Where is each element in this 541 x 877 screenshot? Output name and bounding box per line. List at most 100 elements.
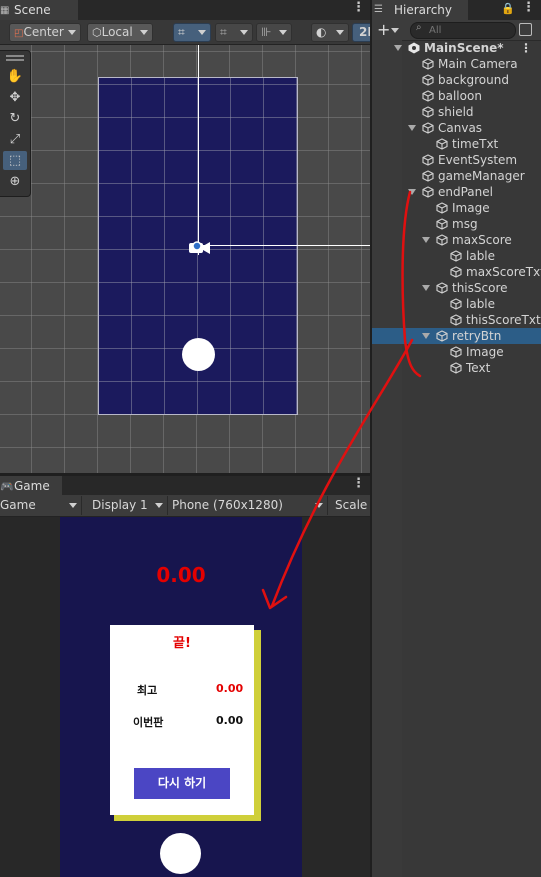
game-balloon [160,833,201,874]
fold-arrow-icon[interactable] [394,45,402,51]
scene-balloon-sprite[interactable] [182,338,215,371]
draw-mode-toggle[interactable]: ◐ [311,23,349,42]
hierarchy-item[interactable]: Text [372,360,541,376]
game-menu-icon[interactable]: ⋮ [352,477,365,491]
hierarchy-item-label: Canvas [438,121,483,135]
palette-grip-icon[interactable] [6,55,24,57]
grid-snap-icon: ⌗ [178,25,185,39]
hierarchy-tabbar: ☰ Hierarchy 🔒 ⋮ [372,0,541,20]
hierarchy-scene-root[interactable]: MainScene* ⋮ [372,40,541,56]
hierarchy-menu-icon[interactable]: ⋮ [522,1,535,15]
hierarchy-item-label: thisScoreTxt [466,313,541,327]
gameobject-cube-icon [422,74,434,86]
scene-root-menu-icon[interactable]: ⋮ [520,40,532,56]
hierarchy-item-label: Main Camera [438,57,518,71]
hierarchy-item-label: lable [466,297,496,311]
gameobject-cube-icon [450,298,462,310]
hierarchy-item[interactable]: balloon [372,88,541,104]
camera-gizmo-icon[interactable] [186,238,212,256]
retry-button[interactable]: 다시 하기 [134,768,230,799]
display-dropdown[interactable]: Display 1 [88,496,168,515]
game-view-dropdown[interactable]: Game [0,496,82,515]
tool-palette: ✋ ✥ ↻ ⤢ ⬚ ⊕ [0,50,31,197]
create-chevron-down-icon[interactable] [391,28,399,33]
tab-game-label: Game [14,479,50,493]
scene-visibility-icon[interactable] [519,23,532,36]
resolution-label: Phone (760x1280) [172,498,283,512]
gameobject-cube-icon [436,234,448,246]
gameobject-cube-icon [422,186,434,198]
unity-scene-icon [408,42,420,54]
gameobject-cube-icon [450,266,462,278]
fold-arrow-icon[interactable] [422,237,430,243]
gameobject-cube-icon [450,362,462,374]
create-plus-icon[interactable]: + [377,20,390,39]
hierarchy-item-label: timeTxt [452,137,499,151]
hierarchy-item[interactable]: shield [372,104,541,120]
transform-tool-icon[interactable]: ⊕ [3,172,27,191]
hierarchy-item[interactable]: background [372,72,541,88]
hierarchy-item[interactable]: maxScore [372,232,541,248]
hand-tool-icon[interactable]: ✋ [3,67,27,86]
hierarchy-item[interactable]: retryBtn [372,328,541,344]
hierarchy-item[interactable]: endPanel [372,184,541,200]
gameobject-cube-icon [436,330,448,342]
hierarchy-item[interactable]: msg [372,216,541,232]
hierarchy-item[interactable]: EventSystem [372,152,541,168]
game-view-label: Game [0,498,36,512]
tab-game[interactable]: 🎮 Game [0,476,62,495]
hierarchy-item[interactable]: Main Camera [372,56,541,72]
align-icon: ⊪ [261,25,272,39]
best-score-value: 0.00 [216,682,244,695]
hierarchy-item[interactable]: Image [372,344,541,360]
scene-grid-icon: ▦ [0,5,10,16]
rect-tool-icon[interactable]: ⬚ [3,151,27,170]
hierarchy-item[interactable]: timeTxt [372,136,541,152]
move-tool-icon[interactable]: ✥ [3,88,27,107]
hierarchy-item[interactable]: thisScoreTxt [372,312,541,328]
fold-arrow-icon[interactable] [422,285,430,291]
hierarchy-item-label: maxScoreTxt [466,265,541,279]
retry-button-label: 다시 하기 [157,776,207,790]
tab-scene[interactable]: ▦ Scene [0,0,78,20]
scale-slider[interactable]: Scale [331,496,370,515]
hierarchy-item[interactable]: Image [372,200,541,216]
increment-snap-toggle[interactable]: ⌗ [215,23,253,42]
hierarchy-item[interactable]: lable [372,296,541,312]
increment-snap-icon: ⌗ [220,25,227,39]
gameobject-cube-icon [450,250,462,262]
scene-menu-icon[interactable]: ⋮ [352,1,365,15]
align-toggle[interactable]: ⊪ [256,23,292,42]
fold-arrow-icon[interactable] [408,189,416,195]
hierarchy-item[interactable]: maxScoreTxt [372,264,541,280]
rotate-tool-icon[interactable]: ↻ [3,109,27,128]
grid-snap-toggle[interactable]: ⌗ [173,23,211,42]
gameobject-cube-icon [436,282,448,294]
hierarchy-item-label: thisScore [452,281,508,295]
fold-arrow-icon[interactable] [408,125,416,131]
hierarchy-item-label: Text [466,361,491,375]
scene-axis-vertical [198,45,199,255]
lock-icon[interactable]: 🔒 [501,2,515,15]
pivot-dropdown[interactable]: ◰Center [9,23,81,42]
end-title: 끝! [173,636,191,651]
hierarchy-toolbar: + ⌕ [372,20,541,41]
game-controller-icon: 🎮 [0,480,14,493]
fold-arrow-icon[interactable] [422,333,430,339]
resolution-dropdown[interactable]: Phone (760x1280) [168,496,328,515]
mode-2d-toggle[interactable]: 2D [352,23,370,42]
hierarchy-item[interactable]: Canvas [372,120,541,136]
tab-hierarchy[interactable]: ☰ Hierarchy [372,0,468,20]
hierarchy-item[interactable]: gameManager [372,168,541,184]
hierarchy-item[interactable]: lable [372,248,541,264]
hierarchy-search[interactable]: ⌕ [410,22,516,39]
gameobject-cube-icon [422,106,434,118]
game-toolbar: Game Display 1 Phone (760x1280) Scale [0,495,370,517]
mode-2d-label: 2D [359,25,370,39]
hierarchy-search-input[interactable] [429,23,509,37]
hierarchy-item[interactable]: thisScore [372,280,541,296]
space-dropdown[interactable]: ⬡Local [87,23,153,42]
tab-scene-label: Scene [14,3,51,17]
scale-tool-icon[interactable]: ⤢ [3,130,27,149]
hierarchy-item-label: EventSystem [438,153,518,167]
